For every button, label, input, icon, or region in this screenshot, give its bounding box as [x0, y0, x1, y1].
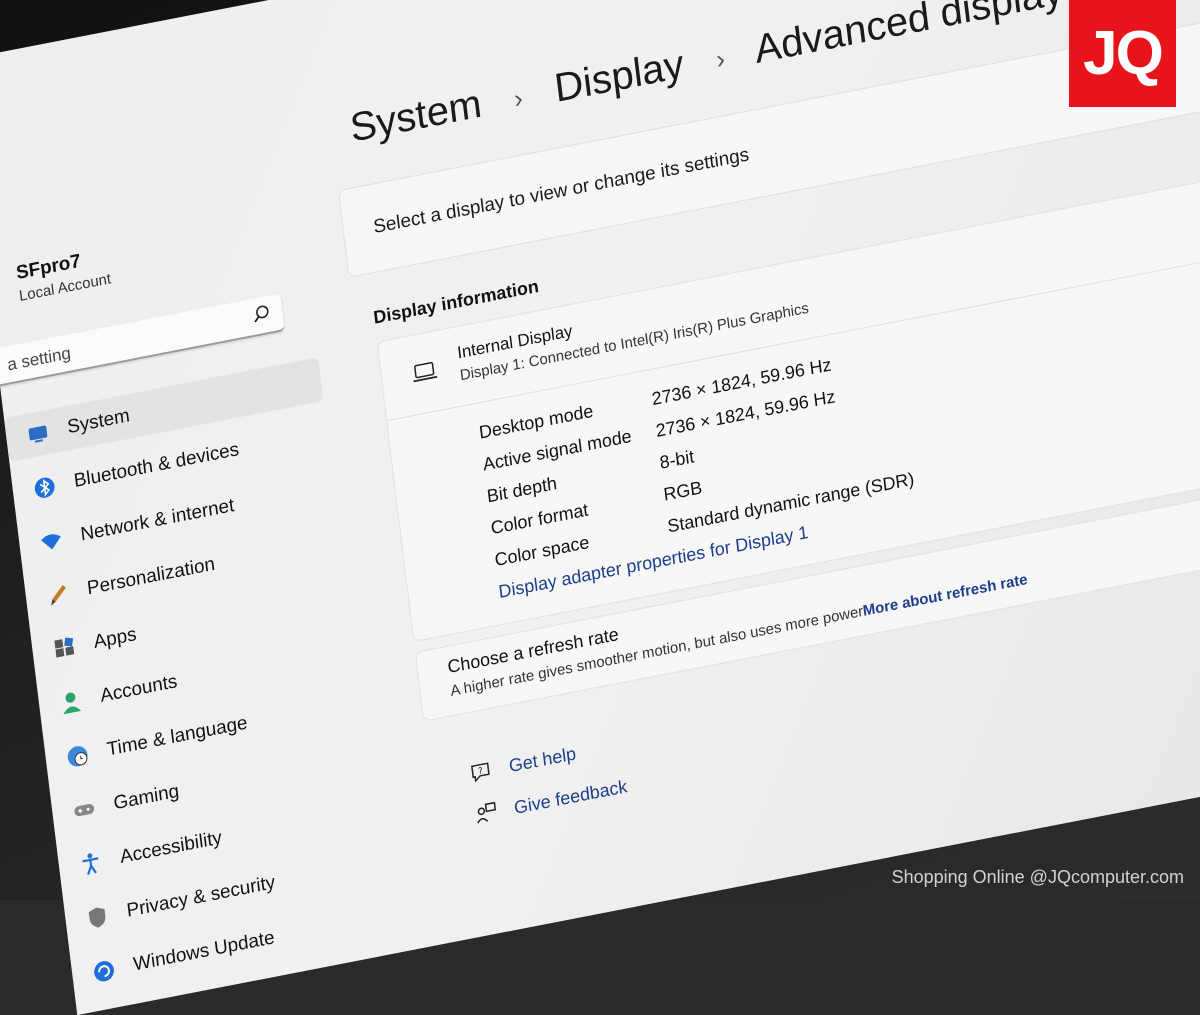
brush-icon: [51, 585, 66, 606]
sidebar-item-label: System: [66, 405, 131, 439]
svg-text:?: ?: [478, 766, 484, 777]
globe-clock-icon: [67, 746, 88, 767]
gamepad-icon: [74, 804, 95, 817]
nav-list: System Bluetooth & devices Network & int…: [3, 357, 391, 1009]
user-profile[interactable]: SFpro7 Local Account: [15, 245, 112, 305]
sidebar-item-label: Time & language: [105, 712, 249, 761]
sidebar-item-label: Windows Update: [132, 927, 276, 976]
search-input[interactable]: a setting: [6, 343, 72, 375]
sidebar-item-label: Bluetooth & devices: [72, 438, 241, 492]
more-about-refresh-rate-link[interactable]: More about refresh rate: [862, 571, 1029, 620]
select-display-text: Select a display to view or change its s…: [372, 144, 751, 239]
bluetooth-icon: [34, 477, 55, 498]
accessibility-icon: [82, 853, 99, 875]
jq-logo: JQ: [1069, 0, 1176, 107]
wifi-icon: [41, 534, 61, 550]
give-feedback-label: Give feedback: [512, 775, 629, 818]
person-icon: [63, 692, 82, 715]
breadcrumb-separator: ›: [714, 43, 727, 75]
watermark-text: Shopping Online @JQcomputer.com: [891, 867, 1184, 887]
help-links: ? Get help Give feedback: [468, 726, 630, 839]
help-icon: ?: [471, 762, 490, 783]
sidebar-item-label: Privacy & security: [125, 872, 277, 922]
shield-icon: [88, 907, 106, 928]
feedback-icon: [477, 801, 497, 824]
breadcrumb-separator: ›: [512, 82, 525, 114]
sidebar-item-label: Gaming: [112, 780, 181, 815]
property-value: 8-bit: [658, 445, 696, 473]
system-icon: [28, 425, 48, 443]
search-icon[interactable]: [252, 303, 272, 324]
get-help-label: Get help: [507, 742, 577, 776]
sidebar-item-label: Accounts: [99, 671, 179, 707]
breadcrumb-display[interactable]: Display: [552, 42, 686, 111]
laptop-icon: [413, 361, 438, 383]
property-value: RGB: [662, 476, 704, 505]
logo-text: JQ: [1083, 19, 1164, 88]
sidebar-item-label: Accessibility: [118, 827, 224, 869]
apps-icon: [54, 637, 75, 658]
main-content: System › Display › Advanced display Sele…: [294, 0, 1200, 950]
breadcrumb-system[interactable]: System: [348, 81, 484, 150]
sidebar-item-label: Apps: [92, 623, 138, 654]
sidebar-item-label: Network & internet: [79, 494, 236, 546]
sidebar-item-label: Personalization: [85, 553, 217, 600]
refresh-icon: [94, 961, 114, 982]
